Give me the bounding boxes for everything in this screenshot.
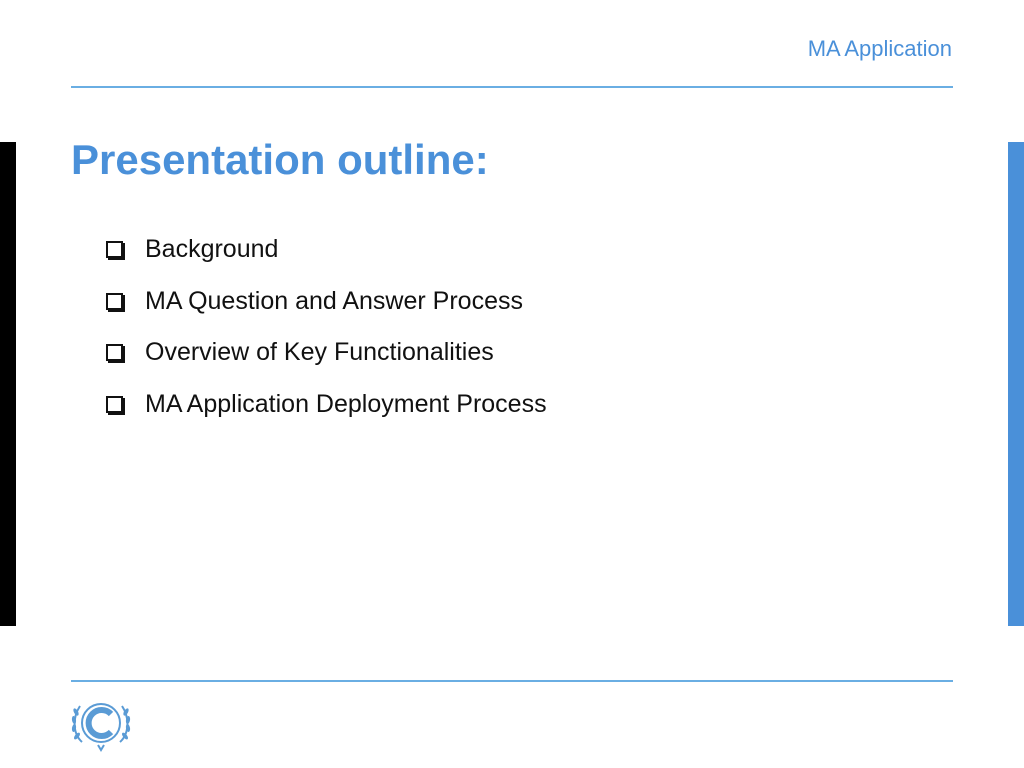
outline-item-key-functionalities: Overview of Key Functionalities: [104, 327, 547, 379]
outline-item-label: Background: [145, 235, 279, 264]
checkbox-bullet-icon: [106, 292, 123, 310]
outline-item-label: Overview of Key Functionalities: [145, 338, 494, 367]
bottom-divider: [71, 680, 953, 682]
checkbox-bullet-icon: [106, 395, 123, 413]
outline-item-deployment-process: MA Application Deployment Process: [104, 379, 547, 431]
outline-item-label: MA Application Deployment Process: [145, 389, 547, 418]
unfccc-emblem-icon: [68, 696, 134, 752]
outline-item-label: MA Question and Answer Process: [145, 286, 523, 315]
right-side-bar: [1008, 142, 1024, 626]
slide-title: Presentation outline:: [71, 136, 489, 183]
checkbox-bullet-icon: [106, 241, 123, 259]
outline-item-background: Background: [104, 224, 547, 276]
header-title: MA Application: [807, 36, 952, 61]
outline-item-qa-process: MA Question and Answer Process: [104, 276, 547, 328]
top-divider: [71, 86, 953, 88]
left-side-bar: [0, 142, 16, 626]
checkbox-bullet-icon: [106, 344, 123, 362]
outline-list: Background MA Question and Answer Proces…: [104, 224, 547, 430]
